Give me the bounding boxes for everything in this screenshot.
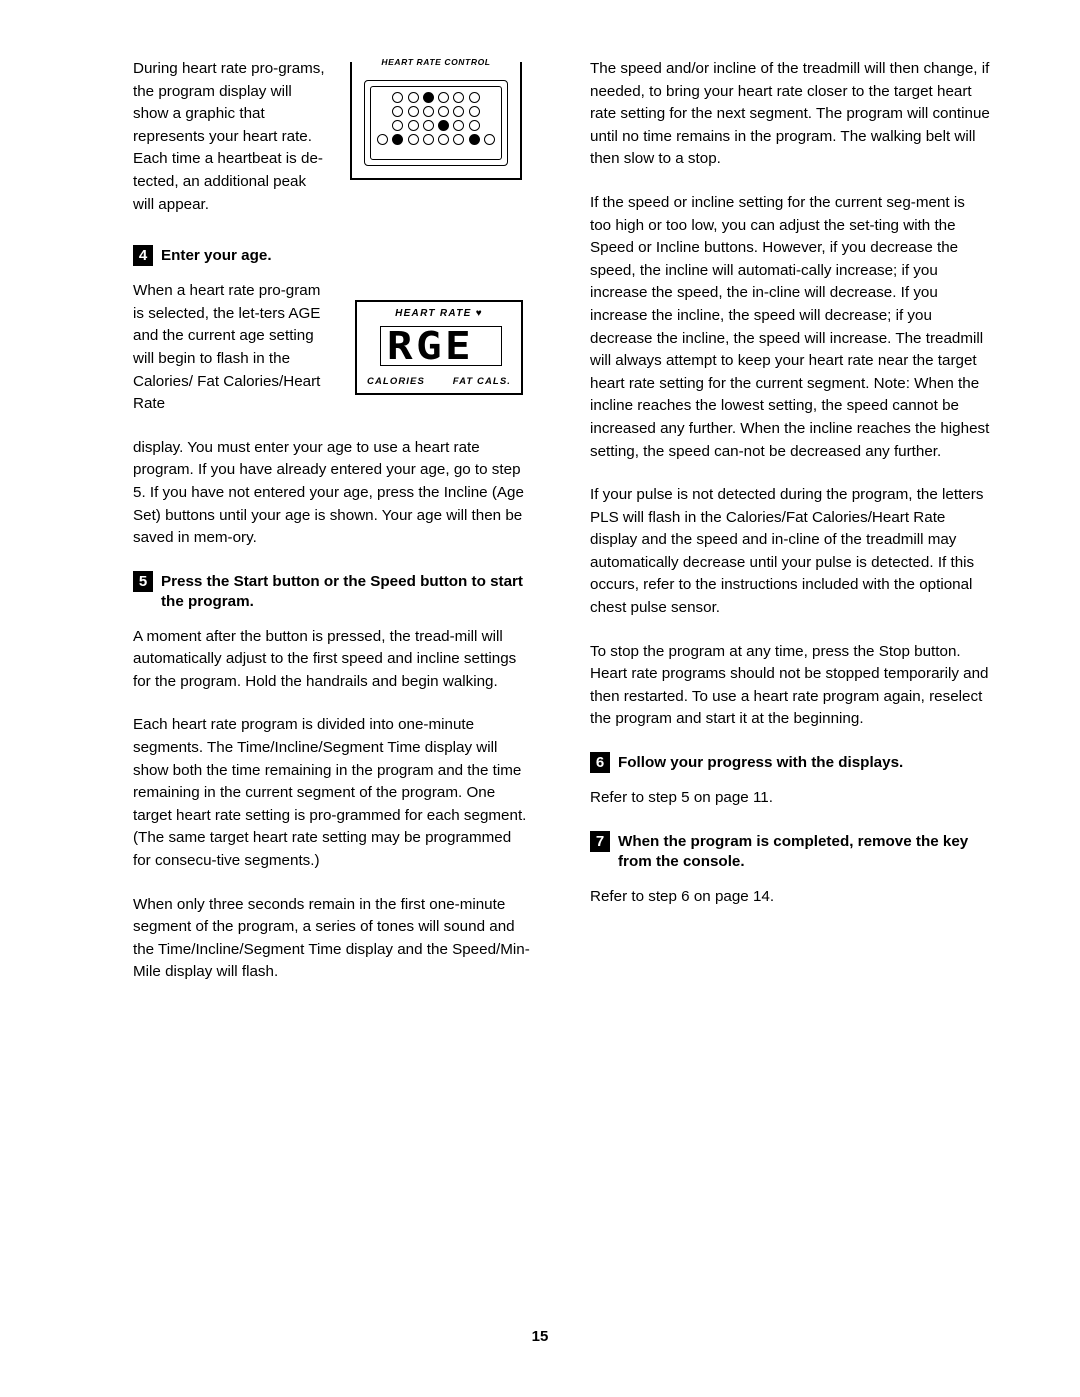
heartbeat-dot-row: [377, 92, 495, 103]
heartbeat-dot: [407, 120, 419, 131]
step-6-title: Follow your progress with the displays.: [618, 754, 904, 772]
heartbeat-dot: [453, 120, 465, 131]
step-4-heading: 4 Enter your age.: [133, 245, 533, 267]
step-7-heading: 7 When the program is completed, remove …: [590, 830, 990, 872]
right-paragraph-3: If your pulse is not detected during the…: [590, 486, 984, 617]
age-lcd-value: RGE: [387, 324, 474, 368]
heartbeat-dot: [422, 106, 434, 117]
age-display-header: HEART RATE ♥: [357, 308, 521, 319]
age-display-footer: CALORIES FAT CALS.: [367, 376, 511, 387]
right-paragraph-1: The speed and/or incline of the treadmil…: [590, 60, 990, 168]
heartbeat-dot: [422, 120, 434, 131]
figure-heart-rate-control-caption: HEART RATE CONTROL: [352, 56, 520, 68]
intro-paragraph: During heart rate pro-grams, the program…: [133, 60, 325, 213]
heartbeat-dot: [407, 92, 419, 103]
heartbeat-dot: [453, 134, 465, 145]
heartbeat-dot-row: [377, 106, 495, 117]
heartbeat-dot: [438, 134, 450, 145]
heartbeat-dot: [484, 92, 495, 103]
heartbeat-dot: [422, 134, 434, 145]
heartbeat-dot: [422, 92, 434, 103]
step-6-number: 6: [590, 752, 610, 774]
heart-icon: ♥: [475, 308, 483, 319]
heartbeat-dot: [377, 134, 388, 145]
right-paragraph-4: To stop the program at any time, press t…: [590, 642, 989, 728]
heartbeat-dot: [438, 92, 450, 103]
step-4-title: Enter your age.: [161, 247, 272, 265]
fat-calories-label: FAT CALS.: [452, 376, 511, 387]
heartbeat-dot: [483, 134, 495, 145]
heartbeat-dot: [392, 120, 404, 131]
step-5-paragraph-1: A moment after the button is pressed, th…: [133, 627, 517, 690]
manual-page: During heart rate pro-grams, the program…: [0, 0, 1080, 1397]
heartbeat-dot: [438, 120, 450, 131]
heartbeat-dot: [453, 106, 465, 117]
heartbeat-dot: [468, 134, 480, 145]
heart-rate-label: HEART RATE: [395, 308, 472, 319]
heartbeat-dot: [468, 120, 480, 131]
heartbeat-dot: [484, 106, 495, 117]
heartbeat-dot: [377, 92, 388, 103]
step-4-number: 4: [133, 245, 153, 267]
step-5-number: 5: [133, 570, 153, 592]
right-paragraph-2: If the speed or incline setting for the …: [590, 193, 990, 460]
step-4-paragraph-narrow: When a heart rate pro-gram is selected, …: [133, 282, 321, 413]
step-7-number: 7: [590, 830, 610, 852]
heartbeat-dot: [377, 120, 388, 131]
step-5-paragraph-3: When only three seconds remain in the fi…: [133, 895, 530, 981]
heartbeat-dot-row: [377, 120, 495, 131]
figure-age-display: HEART RATE ♥ RGE CALORIES FAT CALS.: [355, 300, 523, 395]
heartbeat-dot: [468, 106, 480, 117]
step-5-paragraph-2: Each heart rate program is divided into …: [133, 716, 527, 870]
heartbeat-dot-row: [377, 134, 495, 145]
heartbeat-dot: [392, 106, 404, 117]
console-bezel-inner: [370, 86, 502, 160]
heartbeat-dot: [468, 92, 480, 103]
step-5-heading: 5 Press the Start button or the Speed bu…: [133, 570, 533, 612]
step-5-title: Press the Start button or the Speed butt…: [161, 572, 523, 610]
step-4-paragraph-wide: display. You must enter your age to use …: [133, 438, 524, 547]
heartbeat-dot: [407, 106, 419, 117]
step-7-title: When the program is completed, remove th…: [618, 832, 969, 870]
heartbeat-dot: [484, 120, 495, 131]
heartbeat-dot: [392, 92, 404, 103]
heartbeat-dot: [392, 134, 404, 145]
page-number: 15: [531, 1328, 549, 1345]
figure-heart-rate-control: HEART RATE CONTROL: [350, 56, 522, 180]
calories-label: CALORIES: [367, 376, 425, 387]
heartbeat-dot: [407, 134, 419, 145]
step-7-paragraph: Refer to step 6 on page 14.: [590, 887, 775, 905]
right-column: The speed and/or incline of the treadmil…: [590, 58, 990, 929]
heartbeat-dot: [438, 106, 450, 117]
step-6-heading: 6 Follow your progress with the displays…: [590, 752, 990, 774]
heartbeat-dot: [377, 106, 388, 117]
left-column: During heart rate pro-grams, the program…: [133, 58, 533, 1005]
heartbeat-dot: [453, 92, 465, 103]
console-bezel-outer: [364, 80, 508, 166]
age-lcd-window: RGE: [380, 324, 502, 368]
step-6-paragraph: Refer to step 5 on page 11.: [590, 789, 773, 807]
